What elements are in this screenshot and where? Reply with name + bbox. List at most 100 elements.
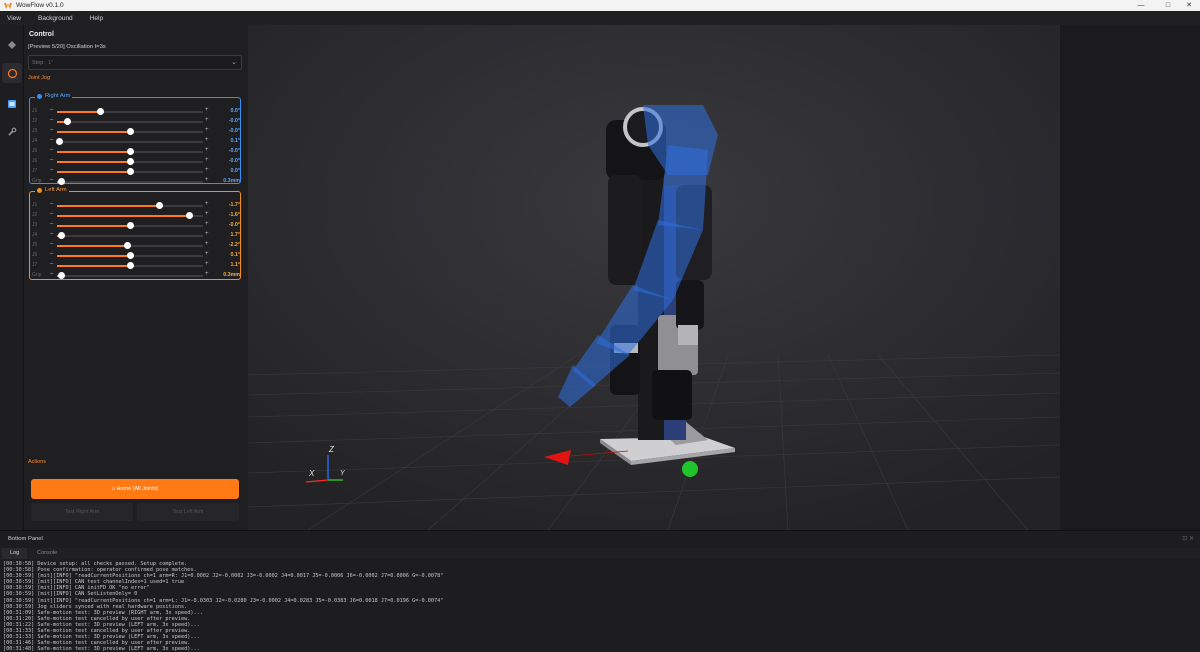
rail-diamond-button[interactable] (2, 35, 22, 55)
joint-value: -0.0° (228, 158, 240, 164)
slider-handle[interactable] (126, 222, 134, 229)
rail-window-button[interactable] (2, 94, 22, 114)
decrement-button[interactable]: – (50, 117, 53, 123)
y-handle (682, 461, 698, 477)
joint-value: 0.1° (230, 252, 240, 258)
slider-fill (57, 225, 130, 227)
3d-viewport[interactable]: Z X Y (248, 25, 1060, 530)
slider-handle[interactable] (126, 252, 134, 259)
increment-button[interactable]: + (205, 251, 209, 257)
rail-tools-button[interactable] (2, 122, 22, 142)
slider-handle[interactable] (57, 178, 65, 185)
joint-value: 0.0° (230, 108, 240, 114)
increment-button[interactable]: + (205, 231, 209, 237)
slider-handle[interactable] (155, 202, 163, 209)
decrement-button[interactable]: – (50, 107, 53, 113)
increment-button[interactable]: + (205, 107, 209, 113)
decrement-button[interactable]: – (50, 167, 53, 173)
menu-background[interactable]: Background (38, 15, 73, 22)
increment-button[interactable]: + (205, 261, 209, 267)
decrement-button[interactable]: – (50, 241, 53, 247)
slider-handle[interactable] (126, 262, 134, 269)
increment-button[interactable]: + (205, 211, 209, 217)
slider-handle[interactable] (123, 242, 131, 249)
increment-button[interactable]: + (205, 241, 209, 247)
increment-button[interactable]: + (205, 127, 209, 133)
minimize-button[interactable]: — (1128, 0, 1154, 11)
right-arm-joint-row: Grip – +0.3mm (32, 177, 240, 186)
rail-control-button[interactable] (2, 63, 22, 83)
home-all-joints-button[interactable]: ⌂ Home (All Joints) (31, 479, 239, 499)
joint-slider[interactable] (57, 272, 203, 279)
decrement-button[interactable]: – (50, 177, 53, 183)
decrement-button[interactable]: – (50, 127, 53, 133)
slider-handle[interactable] (63, 118, 71, 125)
joint-slider[interactable] (57, 212, 203, 219)
joint-slider[interactable] (57, 168, 203, 175)
slider-fill (57, 205, 160, 207)
joint-name: J2 (32, 212, 38, 218)
decrement-button[interactable]: – (50, 201, 53, 207)
decrement-button[interactable]: – (50, 231, 53, 237)
joint-slider[interactable] (57, 242, 203, 249)
slider-handle[interactable] (57, 232, 65, 239)
tab-console[interactable]: Console (29, 548, 65, 559)
panel-close-icon[interactable]: ⊡ ✕ (1182, 535, 1194, 542)
joint-slider[interactable] (56, 138, 203, 145)
slider-fill (57, 131, 130, 133)
increment-button[interactable]: + (205, 271, 209, 277)
joint-name: J4 (32, 232, 38, 238)
joint-slider[interactable] (57, 118, 203, 125)
slider-handle[interactable] (126, 128, 134, 135)
joint-name: J4 (32, 138, 38, 144)
slider-handle[interactable] (126, 158, 134, 165)
increment-button[interactable]: + (205, 157, 209, 163)
joint-slider[interactable] (57, 262, 203, 269)
increment-button[interactable]: + (205, 117, 209, 123)
joint-slider[interactable] (57, 158, 203, 165)
test-left-arm-button[interactable]: Test Left Arm (137, 503, 239, 521)
decrement-button[interactable]: – (50, 137, 53, 143)
increment-button[interactable]: + (205, 147, 209, 153)
preview-status: [Preview 5/20] Oscillation t=3s (28, 44, 106, 50)
joint-slider[interactable] (57, 178, 203, 185)
joint-slider[interactable] (57, 222, 203, 229)
test-right-arm-button[interactable]: Test Right Arm (31, 503, 133, 521)
joint-slider[interactable] (57, 202, 203, 209)
increment-button[interactable]: + (205, 201, 209, 207)
decrement-button[interactable]: – (50, 261, 53, 267)
slider-handle[interactable] (186, 212, 194, 219)
decrement-button[interactable]: – (50, 157, 53, 163)
decrement-button[interactable]: – (50, 271, 53, 277)
joint-value: -0.0° (228, 148, 240, 154)
slider-handle[interactable] (56, 138, 64, 145)
increment-button[interactable]: + (205, 167, 209, 173)
joint-slider[interactable] (57, 252, 203, 259)
slider-handle[interactable] (97, 108, 105, 115)
slider-handle[interactable] (57, 272, 65, 279)
joint-name: J7 (32, 168, 38, 174)
right-arm-joint-row: J7 – +0.0° (32, 167, 240, 176)
menu-view[interactable]: View (7, 15, 21, 22)
joint-slider[interactable] (57, 128, 203, 135)
tab-log[interactable]: Log (2, 548, 28, 559)
decrement-button[interactable]: – (50, 211, 53, 217)
bottom-panel: Bottom Panel ⊡ ✕ Log Console [00:30:58] … (0, 530, 1200, 652)
menu-bar: View Background Help (0, 11, 1200, 25)
joint-slider[interactable] (57, 148, 203, 155)
circle-icon (7, 68, 17, 78)
decrement-button[interactable]: – (50, 251, 53, 257)
step-select[interactable]: Step: 1° ⌄ (28, 55, 242, 70)
slider-handle[interactable] (126, 148, 134, 155)
increment-button[interactable]: + (205, 177, 209, 183)
decrement-button[interactable]: – (50, 221, 53, 227)
close-button[interactable]: ✕ (1176, 0, 1200, 11)
decrement-button[interactable]: – (50, 147, 53, 153)
increment-button[interactable]: + (205, 137, 209, 143)
increment-button[interactable]: + (205, 221, 209, 227)
bottom-panel-title: Bottom Panel (8, 536, 43, 542)
menu-help[interactable]: Help (90, 15, 103, 22)
slider-handle[interactable] (126, 168, 134, 175)
joint-slider[interactable] (57, 108, 203, 115)
joint-slider[interactable] (57, 232, 203, 239)
